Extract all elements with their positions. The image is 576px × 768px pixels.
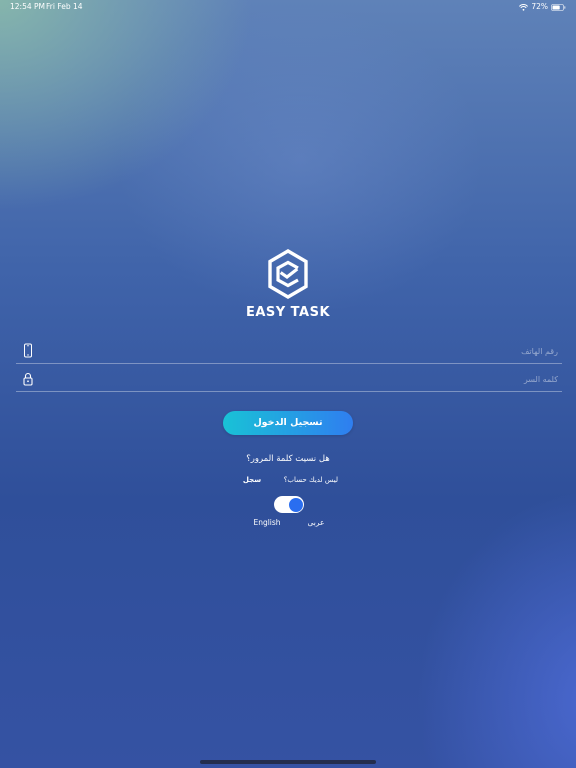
status-indicators: 72% bbox=[519, 0, 566, 14]
toggle-knob bbox=[288, 497, 303, 512]
language-toggle[interactable] bbox=[274, 496, 304, 513]
forgot-password-link[interactable]: هل نسيت كلمة المرور؟ bbox=[0, 454, 576, 464]
password-field bbox=[16, 367, 562, 392]
english-label: English bbox=[253, 518, 281, 527]
register-link[interactable]: سجل bbox=[238, 476, 266, 484]
wifi-icon bbox=[519, 3, 529, 11]
login-button[interactable]: تسجيل الدخول bbox=[223, 411, 353, 435]
easy-task-logo bbox=[267, 249, 309, 299]
no-account-text: ليس لديك حساب؟ bbox=[283, 476, 338, 484]
arabic-label: عربى bbox=[307, 518, 325, 527]
status-time: 12:54 PM bbox=[10, 2, 45, 11]
home-indicator[interactable] bbox=[200, 760, 376, 764]
status-bar: 12:54 PM Fri Feb 14 72% bbox=[0, 0, 576, 14]
battery-icon bbox=[551, 3, 566, 11]
app-name: EASY TASK bbox=[245, 305, 331, 320]
password-input[interactable] bbox=[46, 369, 558, 389]
lock-icon bbox=[22, 371, 34, 387]
battery-percent: 72% bbox=[531, 2, 548, 11]
status-date: Fri Feb 14 bbox=[46, 2, 83, 11]
phone-input[interactable] bbox=[46, 341, 558, 361]
phone-icon bbox=[22, 343, 34, 359]
phone-field bbox=[16, 339, 562, 364]
